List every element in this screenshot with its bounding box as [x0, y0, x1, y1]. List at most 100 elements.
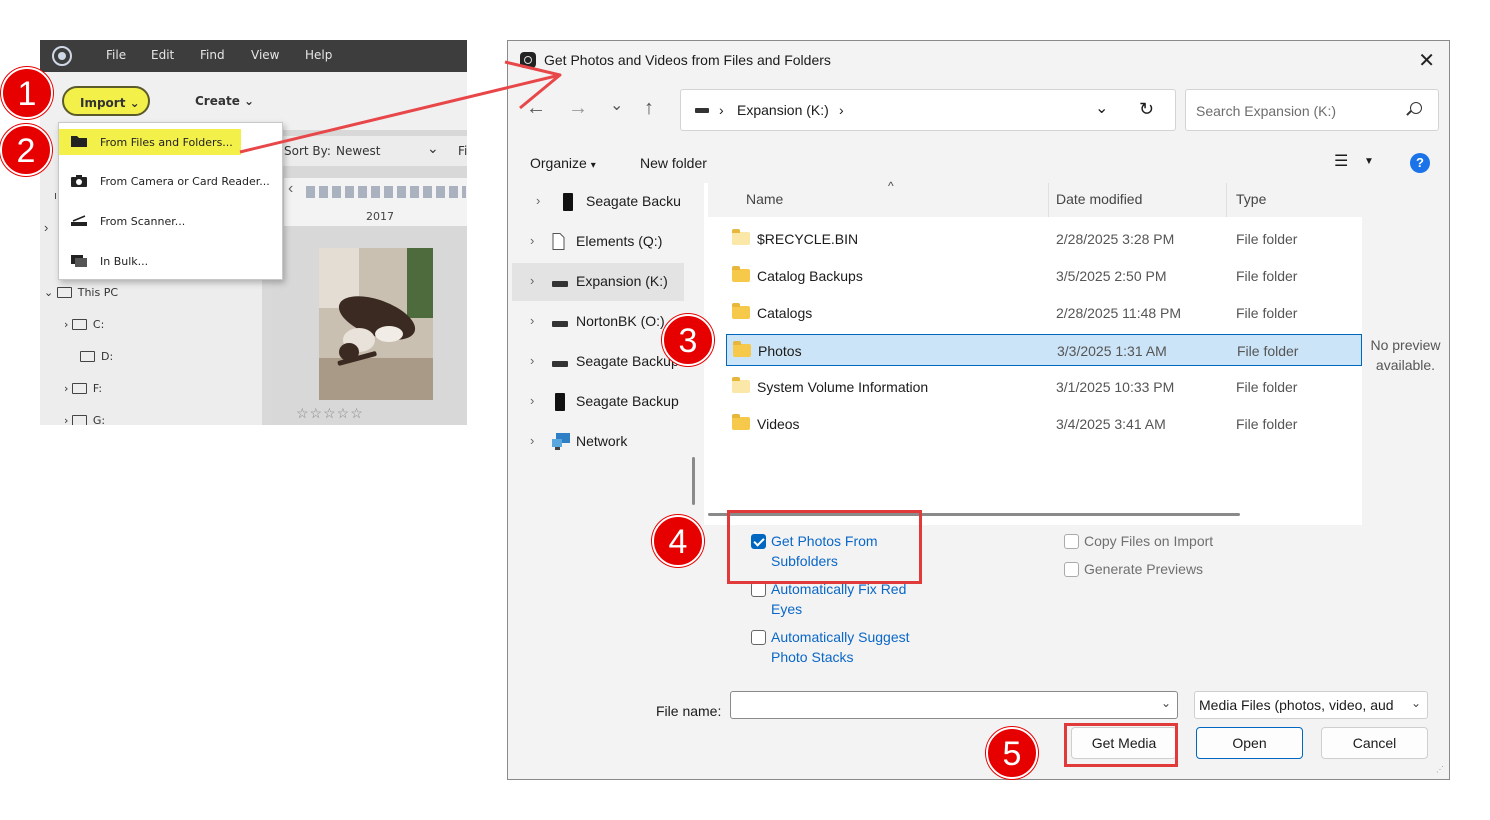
rating-stars[interactable]: ☆☆☆☆☆	[296, 405, 364, 422]
checkbox[interactable]	[1064, 534, 1079, 549]
chevron-right-icon[interactable]: ›	[530, 393, 534, 408]
breadcrumb-expansion[interactable]: Expansion (K:)	[737, 102, 829, 118]
tree-item-c[interactable]: › C:	[64, 318, 104, 331]
file-date: 2/28/2025 11:48 PM	[1056, 305, 1182, 321]
tree-item-label: D:	[101, 350, 114, 363]
column-separator[interactable]	[1226, 183, 1227, 217]
refresh-icon[interactable]: ↻	[1139, 99, 1154, 120]
file-row[interactable]: Catalog Backups 3/5/2025 2:50 PM File fo…	[726, 260, 1362, 292]
file-type: File folder	[1236, 416, 1298, 432]
tree-item-g[interactable]: › G:	[64, 414, 105, 425]
nav-item-network[interactable]: › Network	[512, 423, 684, 461]
timeline[interactable]: ‹ 2017	[284, 178, 467, 226]
caret-down-icon[interactable]: ▼	[1364, 156, 1374, 167]
breadcrumb-chevron-icon[interactable]: ›	[719, 102, 724, 118]
column-header-name[interactable]: Name	[746, 191, 783, 207]
chevron-right-icon[interactable]: ›	[536, 193, 540, 208]
file-name: $RECYCLE.BIN	[757, 231, 859, 247]
column-header-type[interactable]: Type	[1236, 191, 1266, 207]
column-header-date[interactable]: Date modified	[1056, 191, 1142, 207]
file-name-input[interactable]: ⌄	[730, 691, 1178, 719]
address-dropdown-chevron-icon[interactable]: ⌄	[1095, 98, 1108, 118]
preview-text: No preview available.	[1370, 337, 1441, 373]
view-options-icon[interactable]: ☰	[1334, 151, 1348, 171]
chevron-left-icon[interactable]: ‹	[288, 180, 293, 198]
folder-icon	[56, 287, 72, 298]
file-row[interactable]: $RECYCLE.BIN 2/28/2025 3:28 PM File fold…	[726, 223, 1362, 255]
menu-view[interactable]: View	[251, 48, 279, 62]
column-separator[interactable]	[1048, 183, 1049, 217]
forward-arrow-icon[interactable]: →	[568, 97, 588, 120]
nav-item-seagate-backup-2[interactable]: › Seagate Backup	[512, 343, 684, 381]
close-icon[interactable]: ✕	[1418, 48, 1435, 73]
chevron-right-icon[interactable]: ›	[530, 313, 534, 328]
file-type-select[interactable]: Media Files (photos, video, aud ⌄	[1194, 691, 1428, 719]
tree-item-d[interactable]: D:	[80, 350, 113, 363]
chevron-down-icon[interactable]: ⌄	[1161, 696, 1171, 710]
menu-item-in-bulk[interactable]: In Bulk...	[59, 243, 284, 281]
nav-item-nortonbk[interactable]: › NortonBK (O:)	[512, 303, 684, 341]
chevron-right-icon[interactable]: ›	[44, 220, 48, 235]
folder-icon	[71, 319, 87, 330]
chevron-right-icon[interactable]: ›	[530, 273, 534, 288]
file-date: 2/28/2025 3:28 PM	[1056, 231, 1175, 247]
file-name: Catalog Backups	[757, 268, 863, 284]
file-row[interactable]: System Volume Information 3/1/2025 10:33…	[726, 371, 1362, 403]
chevron-down-icon[interactable]: ⌄	[427, 141, 439, 157]
file-date: 3/4/2025 3:41 AM	[1056, 416, 1166, 432]
checkbox[interactable]	[751, 582, 766, 597]
new-folder-button[interactable]: New folder	[640, 155, 707, 171]
breadcrumb-chevron-icon[interactable]: ›	[839, 102, 844, 118]
menu-item-from-camera[interactable]: From Camera or Card Reader...	[59, 163, 284, 201]
import-label: Import	[80, 96, 126, 110]
chevron-right-icon[interactable]: ›	[530, 433, 534, 448]
navigation-pane-scrollbar[interactable]	[692, 457, 695, 505]
tree-item-this-pc[interactable]: ⌄ This PC	[44, 286, 118, 299]
file-name: Photos	[758, 343, 802, 359]
timeline-bars	[306, 186, 466, 198]
create-button[interactable]: Create ⌄	[195, 94, 254, 108]
search-box[interactable]: Search Expansion (K:)	[1185, 89, 1439, 131]
search-icon	[1410, 102, 1422, 114]
nav-item-elements[interactable]: › Elements (Q:)	[512, 223, 684, 261]
cancel-button[interactable]: Cancel	[1321, 727, 1428, 759]
open-button[interactable]: Open	[1196, 727, 1303, 759]
folder-icon	[732, 377, 750, 393]
recent-locations-chevron-icon[interactable]: ⌄	[610, 95, 623, 115]
callout-5: 5	[986, 727, 1038, 779]
file-name-label: File name:	[656, 703, 722, 719]
chevron-right-icon[interactable]: ›	[530, 233, 534, 248]
photo-thumbnail[interactable]	[319, 248, 433, 400]
checkbox[interactable]	[1064, 562, 1079, 577]
file-row[interactable]: Catalogs 2/28/2025 11:48 PM File folder	[726, 297, 1362, 329]
back-arrow-icon[interactable]: ←	[526, 97, 546, 120]
menu-item-from-files-and-folders[interactable]: From Files and Folders...	[59, 129, 241, 155]
nav-item-expansion[interactable]: › Expansion (K:)	[512, 263, 684, 301]
tree-item-f[interactable]: › F:	[64, 382, 102, 395]
filter-label: Fi	[458, 144, 467, 158]
navigation-bar: ← → ⌄ ↑ › Expansion (K:) › ⌄ ↻ Search Ex…	[508, 79, 1449, 141]
nav-item-label: Seagate Backu	[586, 193, 681, 209]
file-row[interactable]: Videos 3/4/2025 3:41 AM File folder	[726, 408, 1362, 440]
menu-item-from-scanner[interactable]: From Scanner...	[59, 203, 284, 241]
address-bar[interactable]: › Expansion (K:) › ⌄ ↻	[680, 89, 1176, 131]
up-arrow-icon[interactable]: ↑	[644, 97, 654, 120]
chevron-right-icon[interactable]: ›	[530, 353, 534, 368]
menu-find[interactable]: Find	[200, 48, 225, 62]
menu-file[interactable]: File	[106, 48, 126, 62]
import-button[interactable]: Import ⌄	[62, 86, 150, 116]
help-button[interactable]: ?	[1410, 153, 1430, 173]
menu-edit[interactable]: Edit	[151, 48, 174, 62]
nav-item-seagate-backup-3[interactable]: › Seagate Backup	[512, 383, 684, 421]
menu-help[interactable]: Help	[305, 48, 332, 62]
checkbox[interactable]	[751, 630, 766, 645]
sort-by-select[interactable]: Newest	[336, 144, 381, 158]
file-list-header: Name ^ Date modified Type	[708, 179, 1362, 217]
organize-button[interactable]: Organize ▾	[530, 155, 596, 171]
nav-item-seagate-backup-1[interactable]: › Seagate Backu	[512, 183, 684, 221]
chevron-right-icon: ›	[64, 318, 69, 331]
resize-grip-icon[interactable]: ⋰	[1436, 765, 1444, 774]
chevron-down-icon: ⌄	[44, 286, 54, 299]
bulk-import-icon	[71, 255, 87, 267]
file-row-selected[interactable]: Photos 3/3/2025 1:31 AM File folder	[726, 334, 1362, 366]
